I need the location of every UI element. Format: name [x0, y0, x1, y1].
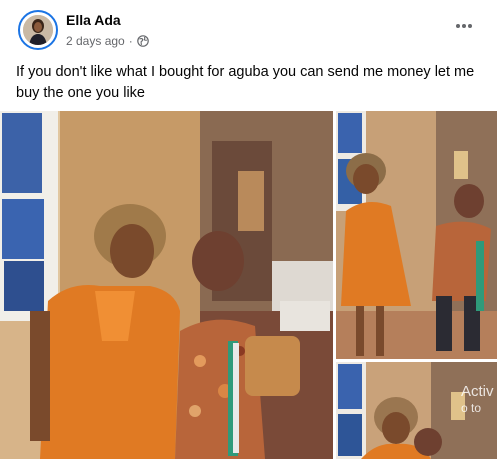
- author-name[interactable]: Ella Ada: [66, 12, 121, 28]
- post-caption: If you don't like what I bought for agub…: [16, 64, 475, 101]
- post-timestamp[interactable]: 2 days ago: [66, 34, 125, 48]
- meta-separator: ·: [128, 34, 133, 48]
- post-photo-side-top[interactable]: [336, 111, 497, 359]
- post-header: Ella Ada 2 days ago ·: [14, 8, 484, 52]
- profile-avatar[interactable]: [18, 10, 58, 50]
- globe-icon: [136, 35, 149, 47]
- watermark-line-2: o to: [461, 401, 482, 415]
- post-photo-main[interactable]: [0, 111, 333, 459]
- more-options-icon[interactable]: [452, 14, 476, 38]
- avatar-image: [23, 15, 53, 45]
- activation-watermark: Activ o to: [461, 383, 494, 417]
- post-meta: 2 days ago ·: [66, 34, 149, 48]
- watermark-line-1: Activ: [461, 383, 494, 400]
